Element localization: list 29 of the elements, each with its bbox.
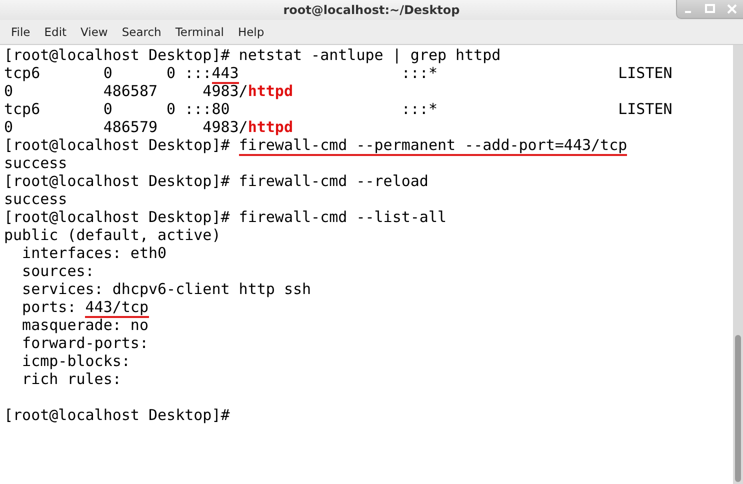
terminal-line: sources: [21, 262, 96, 280]
window-title: root@localhost:~/Desktop [283, 3, 460, 17]
terminal-line: masquerade: no [21, 316, 150, 334]
terminal-line: [root@localhost Desktop]# firewall-cmd --reload [4, 172, 430, 190]
terminal-line: success [4, 190, 68, 208]
terminal-line: [root@localhost Desktop]# netstat -antlupe | grep httpd [4, 46, 502, 64]
terminal-line: success [4, 154, 68, 172]
menu-item[interactable]: Edit [37, 25, 74, 39]
terminal-line: tcp6 0 0 :::80 :::* LISTEN [4, 100, 674, 118]
terminal-line: [root@localhost Desktop]# [4, 406, 231, 424]
terminal-line: [root@localhost Desktop]# firewall-cmd --permanent --add-port=443/tcp [4, 136, 628, 154]
terminal-line: public (default, active) [4, 226, 222, 244]
menu-item[interactable]: File [4, 25, 38, 39]
terminal-line: 0 486587 4983/httpd [4, 82, 294, 100]
terminal-line: services: dhcpv6-client http ssh [21, 280, 312, 298]
terminal-line: tcp6 0 0 :::443 :::* LISTEN [4, 64, 674, 82]
menu-item[interactable]: Terminal [168, 25, 231, 39]
terminal-line: ports: 443/tcp [21, 298, 150, 316]
terminal-line: icmp-blocks: [21, 352, 132, 370]
scrollbar-thumb[interactable] [735, 335, 741, 482]
terminal-line: [root@localhost Desktop]# firewall-cmd --list-all [4, 208, 448, 226]
scrollbar[interactable] [733, 45, 743, 484]
terminal-line: rich rules: [21, 370, 122, 388]
menu-item[interactable]: View [74, 25, 115, 39]
menu-item[interactable]: Help [230, 25, 272, 39]
menu-item[interactable]: Search [114, 25, 168, 39]
terminal-line: interfaces: eth0 [21, 244, 168, 262]
terminal-line: forward-ports: [21, 334, 150, 352]
terminal-line: 0 486579 4983/httpd [4, 118, 294, 136]
